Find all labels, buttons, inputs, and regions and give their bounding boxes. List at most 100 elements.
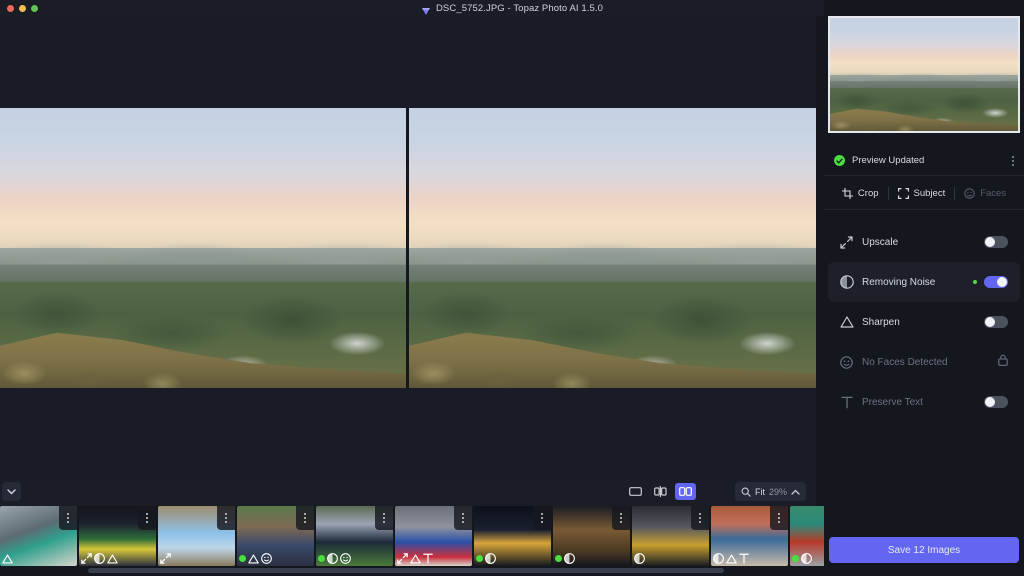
split-view-button[interactable]	[650, 483, 671, 500]
kebab-menu-icon[interactable]	[1012, 155, 1014, 166]
status-dot	[476, 555, 483, 562]
collapse-filmstrip-button[interactable]	[2, 482, 21, 501]
filmstrip-thumbnail[interactable]	[79, 506, 156, 566]
upscale-arrows-icon	[838, 235, 855, 249]
filter-label: Removing Noise	[862, 276, 936, 288]
status-bar: Preview Updated	[824, 146, 1024, 176]
navigator-preview[interactable]	[828, 16, 1020, 133]
subject-tool-button[interactable]: Subject	[889, 187, 955, 199]
thumbnail-menu-button[interactable]	[691, 506, 709, 530]
processed-image-pane[interactable]	[409, 108, 816, 388]
thumbnail-menu-button[interactable]	[612, 506, 630, 530]
filter-row-no-faces-detected[interactable]: No Faces Detected	[828, 342, 1020, 382]
filter-row-sharpen[interactable]: Sharpen	[828, 302, 1020, 342]
thumbnail-badges	[713, 553, 749, 564]
thumbnail-menu-button[interactable]	[138, 506, 156, 530]
minimize-button[interactable]	[19, 5, 26, 12]
filter-label: Upscale	[862, 236, 899, 248]
badge-upscale	[160, 553, 171, 564]
original-image-pane[interactable]	[0, 108, 406, 388]
filmstrip-scrollbar[interactable]	[0, 566, 816, 576]
processed-photo	[409, 108, 816, 388]
filter-label: Preserve Text	[862, 396, 923, 408]
upscale-arrows-icon	[81, 553, 92, 564]
window-controls[interactable]	[7, 5, 38, 12]
badge-face	[261, 553, 272, 564]
status-text: Preview Updated	[852, 155, 925, 166]
toggle-sharpen[interactable]	[984, 316, 1008, 328]
face-icon	[838, 355, 855, 369]
thumbnail-menu-button[interactable]	[59, 506, 77, 530]
upscale-arrows-icon	[160, 553, 171, 564]
noise-circle-icon	[801, 553, 812, 564]
badge-face	[340, 553, 351, 564]
sharpen-triangle-icon	[838, 316, 855, 328]
filmstrip-thumbnail[interactable]	[237, 506, 314, 566]
filter-list[interactable]: Upscale Removing Noise Sharpen No Faces Det…	[824, 222, 1024, 422]
filmstrip-thumbnail[interactable]	[0, 506, 77, 566]
noise-circle-icon	[485, 553, 496, 564]
face-icon	[964, 187, 975, 199]
filter-label: Sharpen	[862, 316, 900, 328]
filmstrip-thumbnail[interactable]	[395, 506, 472, 566]
sharpen-triangle-icon	[410, 554, 421, 563]
upscale-arrows-icon	[397, 553, 408, 564]
noise-circle-icon	[564, 553, 575, 564]
comparison-view[interactable]	[0, 108, 816, 388]
thumbnail-menu-button[interactable]	[533, 506, 551, 530]
filmstrip-thumbnail[interactable]	[553, 506, 630, 566]
badge-sharpen	[2, 554, 13, 564]
crop-tool-label: Crop	[857, 187, 879, 199]
noise-circle-icon	[713, 553, 724, 564]
lock-icon	[998, 353, 1008, 371]
check-circle-icon	[834, 155, 845, 166]
thumbnail-menu-button[interactable]	[770, 506, 788, 530]
side-by-side-icon	[679, 487, 692, 496]
thumbnail-list[interactable]	[0, 506, 946, 566]
badge-sharpen	[726, 554, 737, 564]
tool-row: Crop Subject Faces	[824, 177, 1024, 210]
filmstrip-thumbnail[interactable]	[158, 506, 235, 566]
filmstrip-thumbnail[interactable]	[316, 506, 393, 566]
badge-noise	[327, 553, 338, 564]
thumbnail-badges	[318, 553, 351, 564]
thumbnail-badges	[476, 553, 496, 564]
side-by-side-view-button[interactable]	[675, 483, 696, 500]
badge-sharpen	[410, 554, 421, 564]
zoom-control[interactable]: Fit 29%	[734, 482, 806, 501]
thumbnail-menu-button[interactable]	[454, 506, 472, 530]
filter-row-preserve-text[interactable]: Preserve Text	[828, 382, 1020, 422]
filter-row-upscale[interactable]: Upscale	[828, 222, 1020, 262]
badge-upscale	[81, 553, 92, 564]
image-canvas[interactable]	[0, 16, 816, 478]
thumbnail-badges	[2, 554, 13, 564]
sharpen-triangle-icon	[2, 554, 13, 564]
thumbnail-menu-button[interactable]	[375, 506, 393, 530]
zoom-percent-label: 29%	[768, 486, 787, 497]
single-view-button[interactable]	[625, 483, 646, 500]
filmstrip-thumbnail[interactable]	[474, 506, 551, 566]
badge-noise	[485, 553, 496, 564]
thumbnail-menu-button[interactable]	[296, 506, 314, 530]
toggle-preserve-text[interactable]	[984, 396, 1008, 408]
thumbnail-badges	[634, 553, 645, 564]
crop-tool-button[interactable]: Crop	[833, 187, 888, 199]
badge-noise	[94, 553, 105, 564]
filmstrip-thumbnail[interactable]	[632, 506, 709, 566]
close-button[interactable]	[7, 5, 14, 12]
zoom-button[interactable]	[31, 5, 38, 12]
topaz-gem-icon	[421, 3, 431, 15]
filmstrip-scroll-thumb[interactable]	[88, 568, 724, 573]
faces-tool-button[interactable]: Faces	[955, 188, 1015, 199]
faces-tool-label: Faces	[980, 187, 1007, 199]
filmstrip-thumbnail[interactable]	[711, 506, 788, 566]
filter-row-removing-noise[interactable]: Removing Noise	[828, 262, 1020, 302]
save-button[interactable]: Save 12 Images	[829, 537, 1019, 563]
toggle-removing-noise[interactable]	[984, 276, 1008, 288]
view-mode-group[interactable]	[625, 483, 696, 500]
badge-sharpen	[107, 554, 118, 564]
thumbnail-menu-button[interactable]	[217, 506, 235, 530]
toggle-upscale[interactable]	[984, 236, 1008, 248]
badge-noise	[801, 553, 812, 564]
thumbnail-badges	[81, 553, 118, 564]
